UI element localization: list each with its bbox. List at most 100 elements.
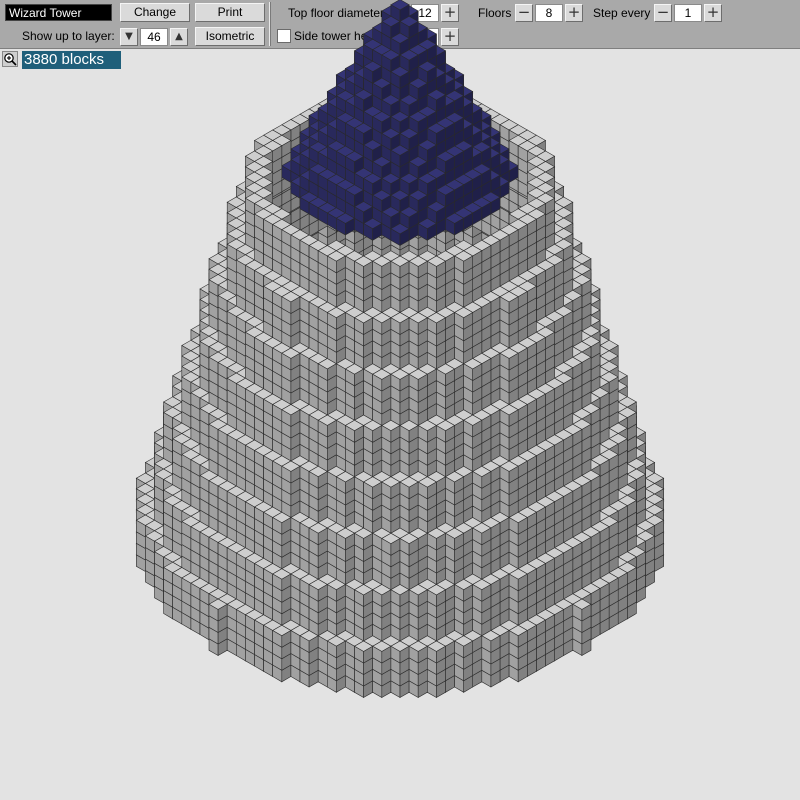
side-tower-checkbox[interactable] xyxy=(277,29,291,43)
stone-block xyxy=(273,302,282,319)
stone-block xyxy=(400,198,409,215)
side-tower-plus-button[interactable]: + xyxy=(441,28,459,46)
stone-block xyxy=(564,334,573,351)
diameter-minus-button[interactable]: − xyxy=(391,4,409,22)
stone-block xyxy=(318,216,336,227)
stone-block xyxy=(518,343,527,360)
stone-block xyxy=(255,366,264,383)
stone-block xyxy=(573,399,582,416)
stone-block xyxy=(400,93,409,110)
stone-block xyxy=(291,184,300,201)
diameter-value-field[interactable]: 12 xyxy=(411,4,439,22)
isometric-button[interactable]: Isometric xyxy=(195,27,265,46)
stone-block xyxy=(291,391,300,408)
stone-block xyxy=(218,368,236,379)
stone-block xyxy=(400,200,418,211)
stone-block xyxy=(291,273,300,290)
stone-block xyxy=(191,431,200,448)
stone-block xyxy=(436,374,445,391)
stone-block xyxy=(327,392,336,409)
stone-block xyxy=(282,224,291,241)
stone-block xyxy=(464,233,473,250)
stone-block xyxy=(500,150,509,167)
side-tower-minus-button[interactable]: − xyxy=(391,28,409,46)
tower-canvas[interactable] xyxy=(0,0,800,800)
stone-block xyxy=(591,374,600,391)
stone-block xyxy=(336,181,354,192)
stone-block xyxy=(509,261,518,278)
model-name-field[interactable]: Wizard Tower xyxy=(5,4,112,21)
layer-up-button[interactable]: ▲ xyxy=(170,28,188,46)
stone-block xyxy=(264,167,282,178)
stone-block xyxy=(509,195,518,212)
stone-block xyxy=(282,167,300,178)
stone-block xyxy=(436,204,445,221)
stone-block xyxy=(409,370,427,381)
stone-block xyxy=(364,317,382,328)
stone-block xyxy=(291,137,309,148)
stone-block xyxy=(336,134,345,151)
stone-block xyxy=(345,340,363,351)
stone-block xyxy=(209,340,227,351)
layer-down-button[interactable]: ▼ xyxy=(120,28,138,46)
stone-block xyxy=(409,346,427,357)
stone-block xyxy=(245,354,254,371)
stone-block xyxy=(409,210,418,227)
stone-block xyxy=(536,272,554,283)
stone-block xyxy=(491,255,509,265)
floors-minus-button[interactable]: − xyxy=(515,4,533,22)
stone-block xyxy=(364,217,373,234)
stone-block xyxy=(345,334,354,351)
stone-block xyxy=(555,328,564,345)
print-button[interactable]: Print xyxy=(195,3,265,22)
stone-block xyxy=(518,290,527,307)
stone-block xyxy=(500,196,509,213)
layer-value-field[interactable]: 46 xyxy=(140,28,168,46)
stone-block xyxy=(518,355,527,372)
stone-block xyxy=(436,152,445,169)
stone-block xyxy=(236,265,254,276)
change-button[interactable]: Change xyxy=(120,3,190,22)
stone-block xyxy=(573,386,591,397)
stone-block xyxy=(300,309,309,326)
stone-block xyxy=(418,176,427,193)
stone-block xyxy=(227,305,245,316)
diameter-plus-button[interactable]: + xyxy=(441,4,459,22)
stone-block xyxy=(500,131,509,148)
stone-block xyxy=(236,281,245,298)
zoom-in-icon[interactable] xyxy=(2,51,18,67)
stone-block xyxy=(182,449,200,460)
stone-block xyxy=(509,221,518,238)
stone-block xyxy=(282,296,300,307)
step-plus-button[interactable]: + xyxy=(704,4,722,22)
stone-block xyxy=(409,158,427,169)
stone-block xyxy=(264,218,273,235)
stone-block xyxy=(400,105,409,122)
stone-block xyxy=(200,391,218,402)
floors-plus-button[interactable]: + xyxy=(565,4,583,22)
stone-block xyxy=(255,319,264,336)
stone-block xyxy=(245,412,254,429)
stone-block xyxy=(200,397,209,414)
stone-block xyxy=(527,355,536,372)
stone-block xyxy=(218,394,236,405)
step-value-field[interactable]: 1 xyxy=(674,4,702,22)
stone-block xyxy=(491,273,500,290)
side-tower-value-field[interactable]: 4 xyxy=(411,28,439,46)
stone-block xyxy=(355,257,364,274)
stone-block xyxy=(609,419,627,430)
stone-block xyxy=(546,292,555,309)
stone-block xyxy=(336,133,345,150)
stone-block xyxy=(364,334,373,351)
stone-block xyxy=(546,264,555,281)
stone-block xyxy=(355,217,373,228)
stone-block xyxy=(236,316,245,333)
stone-block xyxy=(227,417,236,434)
step-minus-button[interactable]: − xyxy=(654,4,672,22)
stone-block xyxy=(573,414,582,431)
stone-block xyxy=(473,162,491,173)
stone-block xyxy=(273,313,282,330)
stone-block xyxy=(255,271,264,288)
floors-value-field[interactable]: 8 xyxy=(535,4,563,22)
stone-block xyxy=(245,343,263,354)
